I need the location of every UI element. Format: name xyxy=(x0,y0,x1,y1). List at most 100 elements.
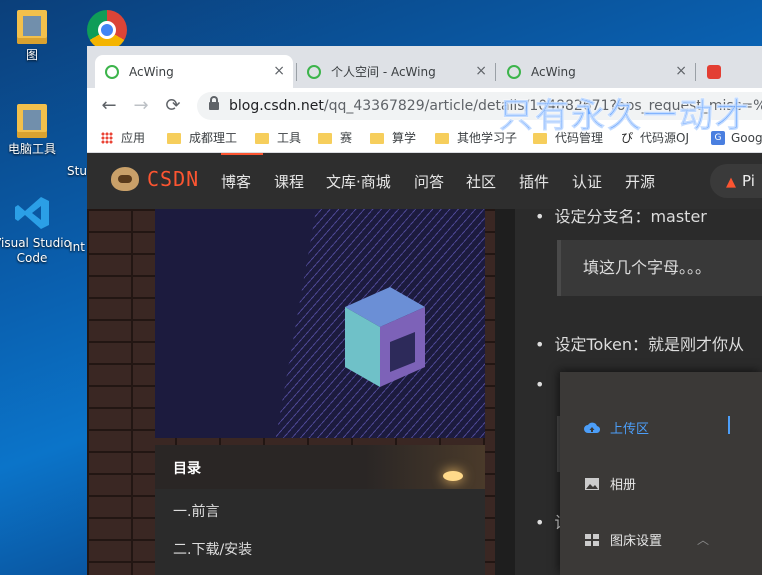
acwing-favicon-icon xyxy=(307,64,321,79)
tab-title: 个人空间 - AcWing xyxy=(331,65,436,79)
vscode-icon xyxy=(13,194,51,232)
apps-grid-icon xyxy=(101,132,113,144)
desktop-icon-tools[interactable]: 电脑工具 xyxy=(0,104,72,157)
folder-icon xyxy=(533,132,547,144)
lamp-decoration xyxy=(443,471,463,481)
forward-arrow-icon[interactable]: → xyxy=(129,94,153,118)
tab-csdn[interactable] xyxy=(697,55,762,88)
toc-header: 目录 xyxy=(155,445,485,489)
csdn-favicon-icon xyxy=(707,64,721,79)
shelf-decoration xyxy=(365,445,485,489)
close-icon[interactable]: × xyxy=(675,63,687,79)
bookmark-label: 应用 xyxy=(121,131,146,145)
nav-item-qa[interactable]: 问答 xyxy=(414,171,444,192)
tab-acwing[interactable]: AcWing × xyxy=(95,55,293,88)
url-domain: blog.csdn.net xyxy=(229,98,324,114)
toc-list: 一.前言 二.下载/安装 xyxy=(155,489,485,575)
chevron-up-icon[interactable]: ︿ xyxy=(697,531,709,548)
nav-item-blog[interactable]: 博客 xyxy=(221,171,251,192)
article-bullet: 设定分支名：master xyxy=(535,209,706,227)
desktop-icon-folder[interactable]: 图 xyxy=(0,10,72,63)
hot-search-pill[interactable]: ▲ Pi xyxy=(710,164,762,198)
nav-active-indicator xyxy=(221,153,263,155)
logo-text: CSDN xyxy=(147,167,200,191)
csdn-logo[interactable]: CSDN xyxy=(111,167,199,191)
bookmark-folder[interactable]: 工具 xyxy=(255,129,301,147)
chrome-icon xyxy=(87,10,127,50)
bookmarks-bar: 应用 成都理工 工具 赛 算学 其他学习子 代码管理 ぴ 代码源OJ G Goo… xyxy=(87,124,762,153)
blog-cover-image xyxy=(155,209,485,438)
browser-window: AcWing × 个人空间 - AcWing × AcWing × ← → ⟳ … xyxy=(87,46,762,575)
panel-item-label: 上传区 xyxy=(610,422,650,437)
cloud-upload-icon xyxy=(584,422,600,433)
desktop-icon-label: 图 xyxy=(25,48,38,62)
address-bar[interactable]: blog.csdn.net/qq_43367829/article/detail… xyxy=(197,92,762,120)
quote-text: 填这几个字母。。。 xyxy=(583,258,712,277)
search-hint: Pi xyxy=(742,172,755,190)
folder-icon xyxy=(167,132,181,144)
nav-item-course[interactable]: 课程 xyxy=(274,171,304,192)
bookmark-apps[interactable]: 应用 xyxy=(101,129,145,147)
nav-item-library[interactable]: 文库·商城 xyxy=(326,171,391,192)
tab-acwing-2[interactable]: AcWing × xyxy=(497,55,695,88)
acwing-favicon-icon xyxy=(507,64,521,79)
tab-title: AcWing xyxy=(531,64,576,79)
toc-item[interactable]: 二.下载/安装 xyxy=(173,539,252,559)
tab-separator xyxy=(495,63,496,81)
bookmark-label: 成都理工 xyxy=(189,131,238,145)
nav-item-plugin[interactable]: 插件 xyxy=(519,171,549,192)
toc-item[interactable]: 一.前言 xyxy=(173,501,219,521)
article-bullet: 设定Token：就是刚才你从 xyxy=(535,331,744,355)
csdn-top-nav: CSDN 博客 课程 文库·商城 问答 社区 插件 认证 开源 ▲ Pi xyxy=(87,153,762,209)
tab-personal-space[interactable]: 个人空间 - AcWing × xyxy=(297,55,495,88)
bookmark-label: 算学 xyxy=(392,131,417,145)
nav-item-cert[interactable]: 认证 xyxy=(572,171,602,192)
bookmark-google[interactable]: G Goog xyxy=(711,129,762,147)
image-host-panel: 上传区 相册 图床设置 ︿ xyxy=(560,372,762,575)
bookmark-oj[interactable]: ぴ 代码源OJ xyxy=(620,129,689,147)
bookmark-label: 代码源OJ xyxy=(640,131,689,145)
reload-icon[interactable]: ⟳ xyxy=(161,94,185,118)
active-indicator xyxy=(728,416,730,434)
folder-icon xyxy=(17,10,47,44)
google-translate-icon: G xyxy=(711,131,725,145)
grid-icon xyxy=(585,533,599,546)
folder-icon xyxy=(435,132,449,144)
panel-item-settings[interactable]: 图床设置 xyxy=(584,530,662,549)
image-icon xyxy=(585,477,599,490)
panel-item-label: 图床设置 xyxy=(610,534,663,549)
bookmark-label: 代码管理 xyxy=(555,131,604,145)
bookmark-folder[interactable]: 赛 xyxy=(318,129,352,147)
tab-strip: AcWing × 个人空间 - AcWing × AcWing × xyxy=(87,46,762,88)
browser-toolbar: ← → ⟳ blog.csdn.net/qq_43367829/article/… xyxy=(87,88,762,124)
lock-icon xyxy=(209,96,219,110)
folder-icon xyxy=(318,132,332,144)
panel-item-album[interactable]: 相册 xyxy=(584,474,636,493)
bookmark-folder[interactable]: 代码管理 xyxy=(533,129,603,147)
bookmark-folder[interactable]: 算学 xyxy=(370,129,416,147)
back-arrow-icon[interactable]: ← xyxy=(97,94,121,118)
close-icon[interactable]: × xyxy=(273,63,285,79)
url-path: /qq_43367829/article/details/104882671?o… xyxy=(323,98,762,114)
folder-icon xyxy=(370,132,384,144)
close-icon[interactable]: × xyxy=(475,63,487,79)
article-bullet xyxy=(535,375,554,394)
bookmark-label: Goog xyxy=(731,131,762,145)
panel-item-upload[interactable]: 上传区 xyxy=(584,418,649,437)
toc-title: 目录 xyxy=(173,461,201,477)
desktop-icon-label: Stu xyxy=(67,164,87,178)
tab-separator xyxy=(695,63,696,81)
column-gap xyxy=(495,209,515,575)
left-sidebar: 目录 一.前言 二.下载/安装 xyxy=(155,209,485,575)
nav-item-community[interactable]: 社区 xyxy=(466,171,496,192)
panel-item-label: 相册 xyxy=(610,478,637,493)
desktop-icon-vscode[interactable]: Visual Studio Code xyxy=(0,194,72,266)
nav-item-opensource[interactable]: 开源 xyxy=(625,171,655,192)
flame-icon: ▲ xyxy=(726,175,736,190)
code-source-icon: ぴ xyxy=(620,131,633,145)
bookmark-folder[interactable]: 成都理工 xyxy=(167,129,237,147)
bookmark-folder[interactable]: 其他学习子 xyxy=(435,129,517,147)
desktop-icon-label: Int xyxy=(69,240,85,254)
acwing-favicon-icon xyxy=(105,64,119,79)
tab-title: AcWing xyxy=(129,64,174,79)
